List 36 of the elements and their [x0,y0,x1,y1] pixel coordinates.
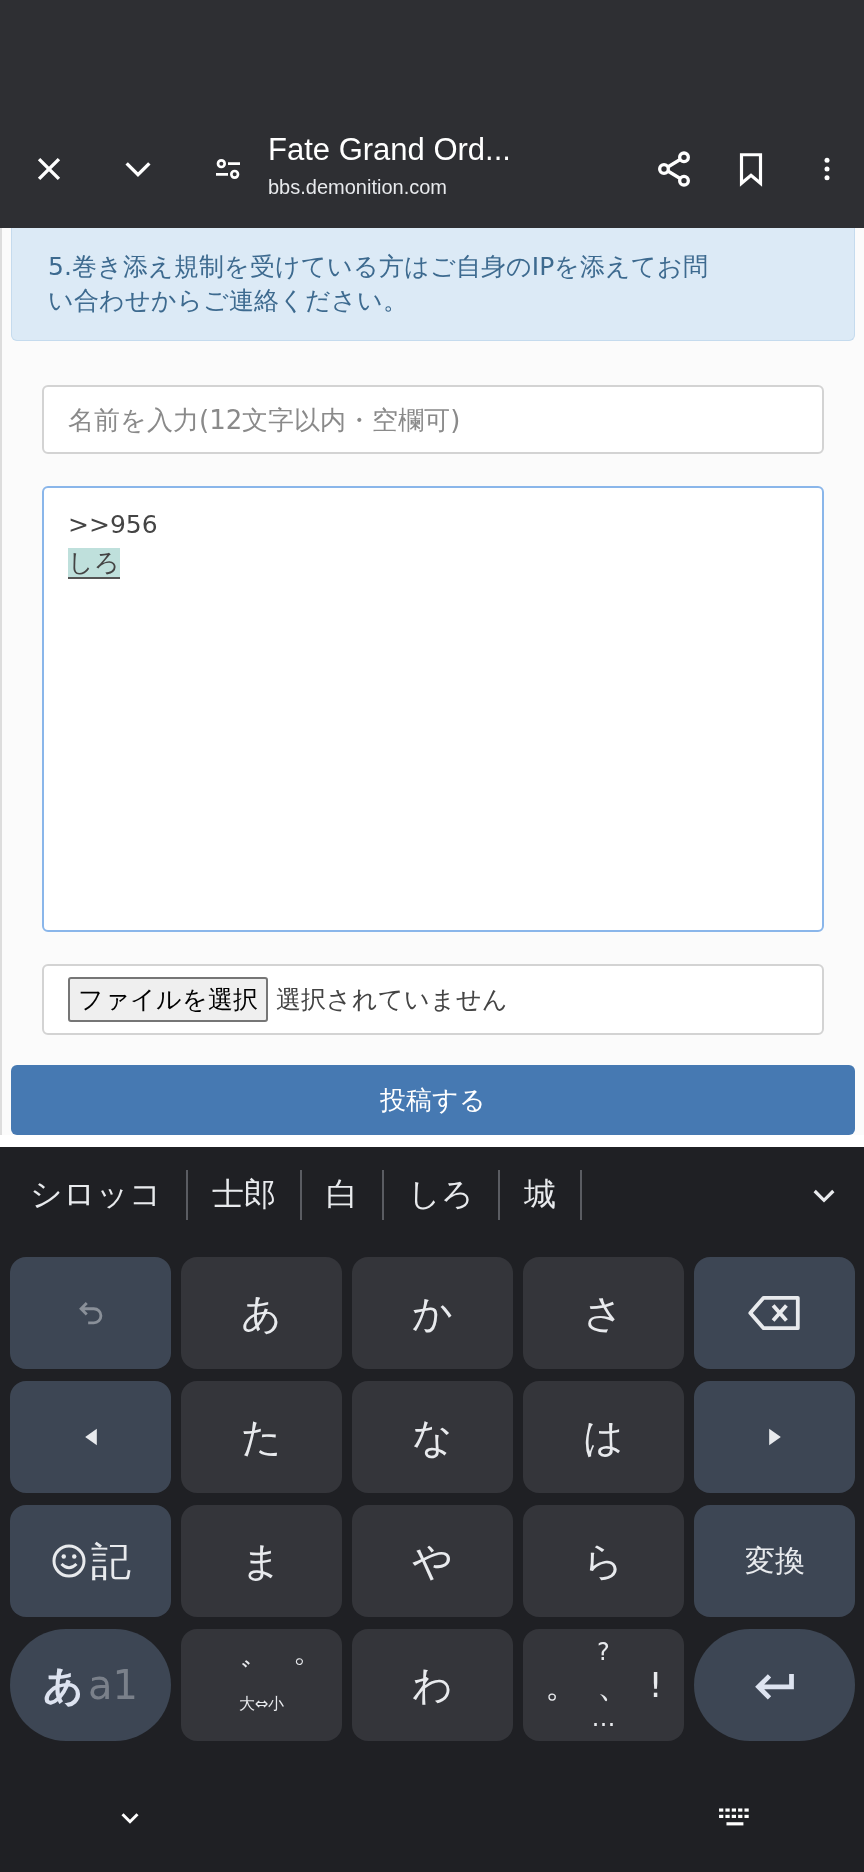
message-text: >>956 [68,509,159,541]
candidate[interactable]: 士郎 [188,1173,300,1217]
key[interactable]: あ a1 [10,1629,171,1741]
key[interactable]: た [181,1381,342,1493]
candidate[interactable]: しろ [384,1173,498,1217]
key[interactable]: ま [181,1505,342,1617]
message-field[interactable]: >>956 しろ [42,486,824,932]
smiley-icon [50,1543,87,1579]
key[interactable]: わ [352,1629,513,1741]
notice-text: 5.巻き添え規制を受けている方はご自身のIPを添えてお問 [48,251,710,283]
candidate[interactable]: 城 [500,1173,580,1217]
composing-text: しろ [68,548,120,579]
page-url: bbs.demonition.com [268,175,448,199]
key[interactable]: さ [523,1257,684,1369]
key[interactable]: ? 。 、 ! … [523,1629,684,1741]
key[interactable]: 記 [10,1505,171,1617]
right-arrow-icon [767,1427,782,1447]
choose-file-button[interactable]: ファイルを選択 [68,977,268,1022]
key[interactable]: は [523,1381,684,1493]
backspace-icon [747,1294,802,1332]
page-title: Fate Grand Ord... [268,131,512,168]
key[interactable]: か [352,1257,513,1369]
left-arrow-icon [83,1427,98,1447]
key[interactable]: ゛ ゜ 大⇔小 [181,1629,342,1741]
notice-text: い合わせからご連絡ください。 [48,285,409,317]
key[interactable]: あ [181,1257,342,1369]
key[interactable] [694,1257,855,1369]
file-status: 選択されていません [276,984,508,1016]
candidate[interactable]: 白 [302,1173,382,1217]
name-field[interactable]: 名前を入力(12文字以内・空欄可) [42,385,824,454]
key[interactable]: ら [523,1505,684,1617]
key[interactable]: や [352,1505,513,1617]
submit-button[interactable]: 投稿する [11,1065,855,1135]
key[interactable]: な [352,1381,513,1493]
key[interactable]: 変換 [694,1505,855,1617]
candidate[interactable]: シロッコ [30,1173,186,1217]
